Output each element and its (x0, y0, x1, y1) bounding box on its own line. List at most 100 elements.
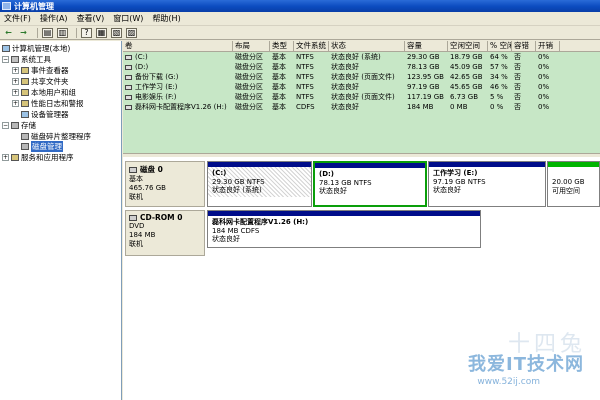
folder-icon (21, 77, 29, 85)
expand-icon[interactable]: + (12, 99, 19, 107)
cell-filesystem: NTFS (296, 83, 314, 91)
column-header-layout[interactable]: 布局 (233, 41, 270, 51)
disk-graphical-view: 磁盘 0 基本 465.76 GB 联机 (C:) 29.30 GB NTFS … (123, 157, 600, 400)
cdrom0-status: 联机 (129, 240, 143, 248)
tree-item-disk-management[interactable]: 磁盘管理 (21, 140, 63, 152)
tree-item-event-viewer[interactable]: + 事件查看器 (12, 65, 69, 75)
collapse-icon[interactable]: − (2, 55, 9, 63)
tree-item-device-manager[interactable]: 设备管理器 (21, 109, 69, 119)
tree-item-local-users[interactable]: + 本地用户和组 (12, 87, 76, 97)
cell-type: 基本 (272, 63, 286, 71)
cell-fault-tolerance: 否 (514, 63, 521, 71)
partition-d[interactable]: (D:) 78.13 GB NTFS 状态良好 (313, 161, 427, 207)
back-icon[interactable]: ← (3, 28, 14, 38)
cell-fault-tolerance: 否 (514, 93, 521, 101)
tree-item-system-tools[interactable]: − 系统工具 (2, 54, 51, 64)
volume-label: 磊科网卡配置程序V1.26 (H:) (135, 103, 227, 111)
forward-icon[interactable]: → (18, 28, 29, 38)
tree-item-perf-logs[interactable]: + 性能日志和警报 (12, 98, 84, 108)
column-header-fault-tolerance[interactable]: 容错 (512, 41, 536, 51)
table-row[interactable]: 工作学习 (E:) 磁盘分区 基本 NTFS 状态良好 97.19 GB 45.65 GB 4… (123, 82, 600, 92)
menu-window[interactable]: 窗口(W) (113, 13, 143, 24)
table-row[interactable]: (C:) 磁盘分区 基本 NTFS 状态良好 (系统) 29.30 GB 18.79 GB 6… (123, 52, 600, 62)
expand-icon[interactable]: + (12, 66, 19, 74)
partition-c[interactable]: (C:) 29.30 GB NTFS 状态良好 (系统) (207, 161, 312, 207)
column-header-status[interactable]: 状态 (329, 41, 405, 51)
cell-type: 基本 (272, 93, 286, 101)
cell-layout: 磁盘分区 (235, 103, 263, 111)
cell-free-space: 0 MB (450, 103, 468, 111)
cell-overhead: 0% (538, 63, 550, 71)
table-row[interactable]: 磊科网卡配置程序V1.26 (H:) 磁盘分区 基本 CDFS 状态良好 184 MB 0 … (123, 102, 600, 112)
column-header-overhead[interactable]: 开销 (536, 41, 560, 51)
partition-detail: 20.00 GB (552, 178, 585, 186)
cell-fault-tolerance: 否 (514, 103, 521, 111)
cell-capacity: 123.95 GB (407, 73, 444, 81)
menu-help[interactable]: 帮助(H) (152, 13, 180, 24)
menu-file[interactable]: 文件(F) (4, 13, 31, 24)
hard-disk-icon (129, 167, 137, 173)
tree-item-root[interactable]: 计算机管理(本地) (2, 43, 70, 53)
cdrom0-info[interactable]: CD-ROM 0 DVD 184 MB 联机 (125, 210, 205, 256)
cell-status: 状态良好 (页面文件) (331, 73, 395, 81)
cell-status: 状态良好 (331, 103, 359, 111)
column-header-percent-free[interactable]: % 空闲 (488, 41, 512, 51)
table-row[interactable]: (D:) 磁盘分区 基本 NTFS 状态良好 78.13 GB 45.09 GB 57 % 否 0… (123, 62, 600, 72)
help-icon[interactable]: ? (81, 27, 92, 38)
menu-action[interactable]: 操作(A) (40, 13, 68, 24)
cdrom0-size: 184 MB (129, 231, 156, 239)
expand-icon[interactable]: + (2, 153, 9, 161)
expand-icon[interactable]: + (12, 77, 19, 85)
volume-label: (D:) (135, 63, 149, 71)
partition-e[interactable]: 工作学习 (E:) 97.19 GB NTFS 状态良好 (428, 161, 546, 207)
partition-status: 状态良好 (433, 186, 461, 194)
disk0-info[interactable]: 磁盘 0 基本 465.76 GB 联机 (125, 161, 205, 207)
show-tree-icon[interactable]: ▥ (57, 27, 68, 38)
partition-unallocated[interactable]: 20.00 GB 可用空间 (547, 161, 600, 207)
cell-percent-free: 57 % (490, 63, 508, 71)
table-row[interactable]: 电影娱乐 (F:) 磁盘分区 基本 NTFS 状态良好 (页面文件) 117.19 GB 6… (123, 92, 600, 102)
cell-free-space: 18.79 GB (450, 53, 483, 61)
volume-label: (C:) (135, 53, 148, 61)
tools-icon (11, 55, 19, 63)
volume-label: 备份下载 (G:) (135, 73, 179, 81)
expand-icon[interactable]: + (12, 88, 19, 96)
column-header-volume[interactable]: 卷 (123, 41, 233, 51)
cell-overhead: 0% (538, 73, 550, 81)
volume-label: 电影娱乐 (F:) (135, 93, 177, 101)
cell-volume: (C:) (123, 52, 233, 62)
up-folder-icon[interactable]: ▤ (42, 27, 53, 38)
event-viewer-icon (21, 66, 29, 74)
column-header-filesystem[interactable]: 文件系统 (294, 41, 329, 51)
tree-item-defrag[interactable]: 磁盘碎片整理程序 (21, 131, 91, 141)
tree-item-services[interactable]: + 服务和应用程序 (2, 152, 74, 162)
view-icon[interactable]: ▨ (126, 27, 137, 38)
disk0-size: 465.76 GB (129, 184, 166, 192)
column-header-type[interactable]: 类型 (270, 41, 294, 51)
tree-item-storage[interactable]: − 存储 (2, 120, 36, 130)
properties-icon[interactable]: ▦ (96, 27, 107, 38)
cell-fault-tolerance: 否 (514, 73, 521, 81)
volume-list-header: 卷 布局 类型 文件系统 状态 容量 空闲空间 % 空闲 容错 开销 (123, 41, 600, 52)
partition-h[interactable]: 磊科网卡配置程序V1.26 (H:) 184 MB CDFS 状态良好 (207, 210, 481, 248)
defrag-icon (21, 132, 29, 140)
menu-view[interactable]: 查看(V) (77, 13, 105, 24)
cell-layout: 磁盘分区 (235, 63, 263, 71)
app-icon (2, 2, 11, 10)
cdrom0-type: DVD (129, 222, 145, 230)
table-row[interactable]: 备份下载 (G:) 磁盘分区 基本 NTFS 状态良好 (页面文件) 123.95 GB 4… (123, 72, 600, 82)
console-tree: 计算机管理(本地) − 系统工具 + 事件查看器 + 共享文件夹 + 本地用户和… (0, 41, 122, 400)
column-header-free-space[interactable]: 空闲空间 (448, 41, 488, 51)
cell-filesystem: NTFS (296, 73, 314, 81)
cell-type: 基本 (272, 83, 286, 91)
partition-detail: 184 MB CDFS (212, 226, 260, 235)
cell-status: 状态良好 (页面文件) (331, 93, 395, 101)
collapse-icon[interactable]: − (2, 121, 9, 129)
tree-item-shared-folders[interactable]: + 共享文件夹 (12, 76, 69, 86)
cell-percent-free: 34 % (490, 73, 508, 81)
export-icon[interactable]: ▧ (111, 27, 122, 38)
volume-list: 卷 布局 类型 文件系统 状态 容量 空闲空间 % 空闲 容错 开销 (C:) 磁… (123, 41, 600, 153)
column-header-capacity[interactable]: 容量 (405, 41, 448, 51)
partition-detail: 97.19 GB NTFS (433, 177, 486, 186)
services-icon (11, 153, 19, 161)
